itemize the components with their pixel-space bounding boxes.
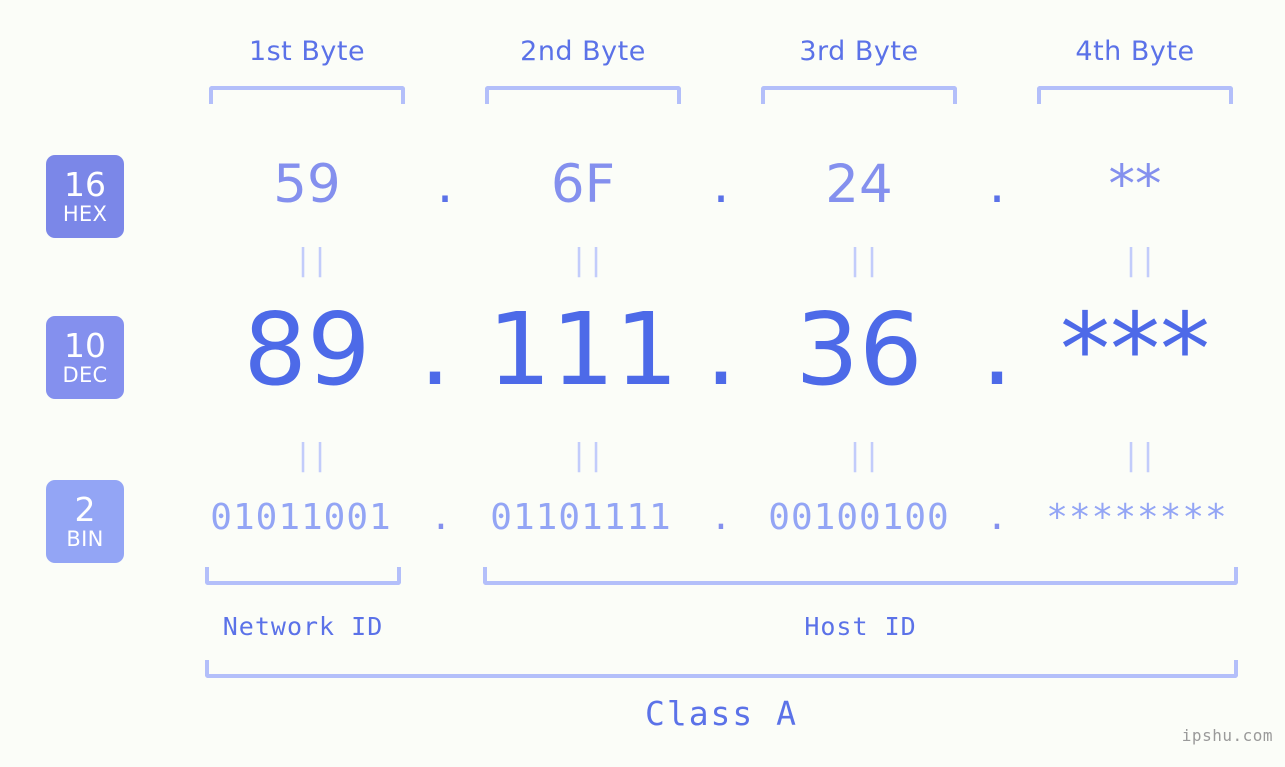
hex-byte-4: ** [1108,154,1162,215]
network-id-bracket [205,567,401,585]
dec-byte-2: 111 [487,291,679,408]
dec-byte-1: 89 [243,291,371,408]
hex-separator-2: . [712,154,730,215]
radix-name-bin: BIN [66,527,104,551]
hex-byte-1: 59 [273,154,341,215]
host-id-bracket [483,567,1238,585]
byte-header-1: 1st Byte [248,36,366,67]
dec-separator-3: . [981,291,1013,408]
radix-base-hex: 16 [64,165,106,204]
dec-byte-4: *** [1060,291,1210,408]
byte-header-4: 4th Byte [1075,36,1195,67]
byte-bracket-1 [209,86,405,104]
equals-mark-hex-dec-4: || [1122,243,1157,278]
radix-base-bin: 2 [74,490,96,529]
hex-byte-2: 6F [550,154,616,215]
bin-byte-2: 01101111 [490,497,672,538]
watermark: ipshu.com [1181,726,1273,745]
byte-bracket-4 [1037,86,1233,104]
bin-separator-3: . [986,497,1008,538]
bin-byte-1: 01011001 [210,497,392,538]
bin-byte-4: ******** [1046,497,1228,538]
equals-mark-dec-bin-2: || [570,438,605,473]
bin-byte-3: 00100100 [768,497,950,538]
equals-mark-dec-bin-3: || [846,438,881,473]
radix-badge-dec: 10 DEC [46,316,124,399]
equals-mark-hex-dec-2: || [570,243,605,278]
equals-mark-hex-dec-1: || [294,243,329,278]
hex-separator-1: . [436,154,454,215]
equals-mark-hex-dec-3: || [846,243,881,278]
ip-address-breakdown-diagram: 1st Byte 2nd Byte 3rd Byte 4th Byte 16 H… [0,0,1285,767]
hex-byte-3: 24 [825,154,893,215]
dec-separator-2: . [705,291,737,408]
class-bracket [205,660,1238,678]
equals-mark-dec-bin-1: || [294,438,329,473]
equals-mark-dec-bin-4: || [1122,438,1157,473]
byte-bracket-2 [485,86,681,104]
byte-header-3: 3rd Byte [799,36,919,67]
radix-badge-bin: 2 BIN [46,480,124,563]
hex-separator-3: . [988,154,1006,215]
byte-bracket-3 [761,86,957,104]
bin-separator-1: . [430,497,452,538]
radix-badge-hex: 16 HEX [46,155,124,238]
radix-base-dec: 10 [64,326,106,365]
radix-name-hex: HEX [62,202,108,226]
radix-name-dec: DEC [62,363,108,387]
network-id-label: Network ID [222,612,384,641]
class-label: Class A [644,694,799,733]
bin-separator-2: . [710,497,732,538]
dec-separator-1: . [419,291,451,408]
byte-header-2: 2nd Byte [520,36,646,67]
host-id-label: Host ID [804,612,917,641]
dec-byte-3: 36 [795,291,923,408]
